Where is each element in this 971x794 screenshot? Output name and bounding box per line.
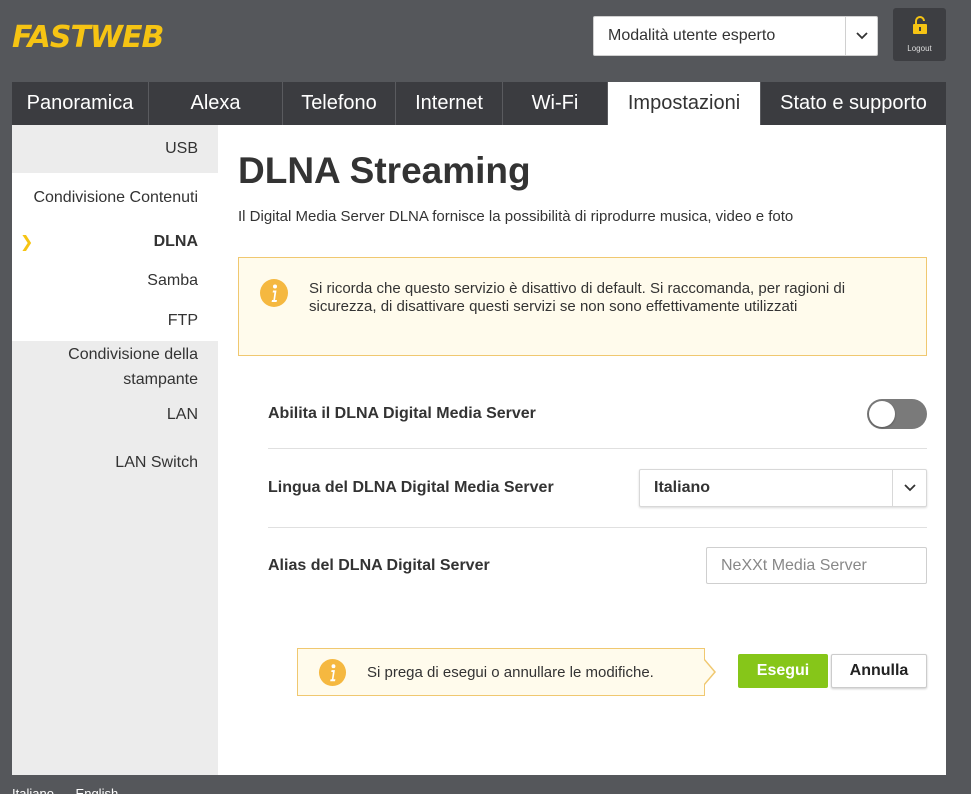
tab-alexa[interactable]: Alexa bbox=[149, 82, 283, 125]
language-label: Lingua del DLNA Digital Media Server bbox=[268, 479, 554, 496]
fastweb-logo: FASTWEB bbox=[12, 18, 202, 54]
alias-row: Alias del DLNA Digital Server bbox=[268, 547, 927, 585]
pending-arrow-inner bbox=[703, 659, 714, 685]
mode-select[interactable]: Modalità utente esperto bbox=[593, 16, 878, 56]
cancel-button[interactable]: Annulla bbox=[831, 654, 927, 688]
sidebar-item-label: DLNA bbox=[153, 233, 198, 250]
pending-changes-notice: Si prega di esegui o annullare le modifi… bbox=[297, 648, 705, 696]
divider bbox=[268, 527, 927, 528]
info-icon bbox=[318, 658, 347, 692]
mode-select-value: Modalità utente esperto bbox=[608, 27, 776, 44]
enable-dlna-label: Abilita il DLNA Digital Media Server bbox=[268, 405, 536, 422]
tab-stato-supporto[interactable]: Stato e supporto bbox=[761, 82, 946, 125]
sidebar-item-usb[interactable]: USB bbox=[12, 125, 218, 173]
footer-language-links: Italiano English bbox=[12, 786, 136, 794]
language-link-english[interactable]: English bbox=[76, 786, 119, 794]
sidebar-item-condivisione-contenuti[interactable]: Condivisione Contenuti bbox=[12, 173, 218, 223]
sidebar-item-samba[interactable]: Samba bbox=[12, 261, 218, 301]
sidebar-item-dlna[interactable]: ❯ DLNA bbox=[12, 223, 218, 261]
language-row: Lingua del DLNA Digital Media Server Ita… bbox=[268, 469, 927, 507]
sidebar: USB Condivisione Contenuti ❯ DLNA Samba … bbox=[12, 125, 218, 775]
tab-internet[interactable]: Internet bbox=[396, 82, 503, 125]
tab-panoramica[interactable]: Panoramica bbox=[12, 82, 149, 125]
divider bbox=[268, 448, 927, 449]
logout-label: Logout bbox=[907, 44, 932, 53]
alias-input[interactable] bbox=[706, 547, 927, 584]
tab-wifi[interactable]: Wi-Fi bbox=[503, 82, 608, 125]
main-content: DLNA Streaming Il Digital Media Server D… bbox=[218, 125, 946, 775]
main-nav-tabs: Panoramica Alexa Telefono Internet Wi-Fi… bbox=[12, 82, 946, 125]
chevron-down-icon bbox=[892, 470, 926, 506]
enable-dlna-row: Abilita il DLNA Digital Media Server bbox=[268, 399, 927, 429]
lock-icon bbox=[912, 16, 928, 40]
execute-button[interactable]: Esegui bbox=[738, 654, 828, 688]
language-select-value: Italiano bbox=[654, 479, 711, 496]
alias-label: Alias del DLNA Digital Server bbox=[268, 557, 490, 574]
page-title: DLNA Streaming bbox=[238, 150, 531, 191]
active-marker-icon: ❯ bbox=[20, 234, 34, 251]
info-icon bbox=[259, 278, 289, 313]
sidebar-item-lan[interactable]: LAN bbox=[12, 397, 218, 433]
enable-dlna-toggle[interactable] bbox=[867, 399, 927, 429]
notice-text: Si ricorda che questo servizio è disatti… bbox=[309, 280, 846, 315]
page-subtitle: Il Digital Media Server DLNA fornisce la… bbox=[238, 208, 794, 225]
pending-changes-text: Si prega di esegui o annullare le modifi… bbox=[367, 664, 654, 681]
logo-text: FASTWEB bbox=[12, 20, 163, 54]
logout-button[interactable]: Logout bbox=[893, 8, 946, 61]
sidebar-item-ftp[interactable]: FTP bbox=[12, 301, 218, 341]
language-select[interactable]: Italiano bbox=[639, 469, 927, 507]
sidebar-item-lan-switch[interactable]: LAN Switch bbox=[12, 445, 218, 481]
sidebar-item-condivisione-stampante[interactable]: Condivisione della stampante bbox=[12, 341, 218, 393]
tab-impostazioni[interactable]: Impostazioni bbox=[608, 82, 761, 125]
toggle-knob bbox=[869, 401, 895, 427]
chevron-down-icon bbox=[845, 17, 877, 55]
language-link-italiano[interactable]: Italiano bbox=[12, 786, 54, 794]
tab-telefono[interactable]: Telefono bbox=[283, 82, 396, 125]
info-notice: Si ricorda che questo servizio è disatti… bbox=[238, 257, 927, 356]
